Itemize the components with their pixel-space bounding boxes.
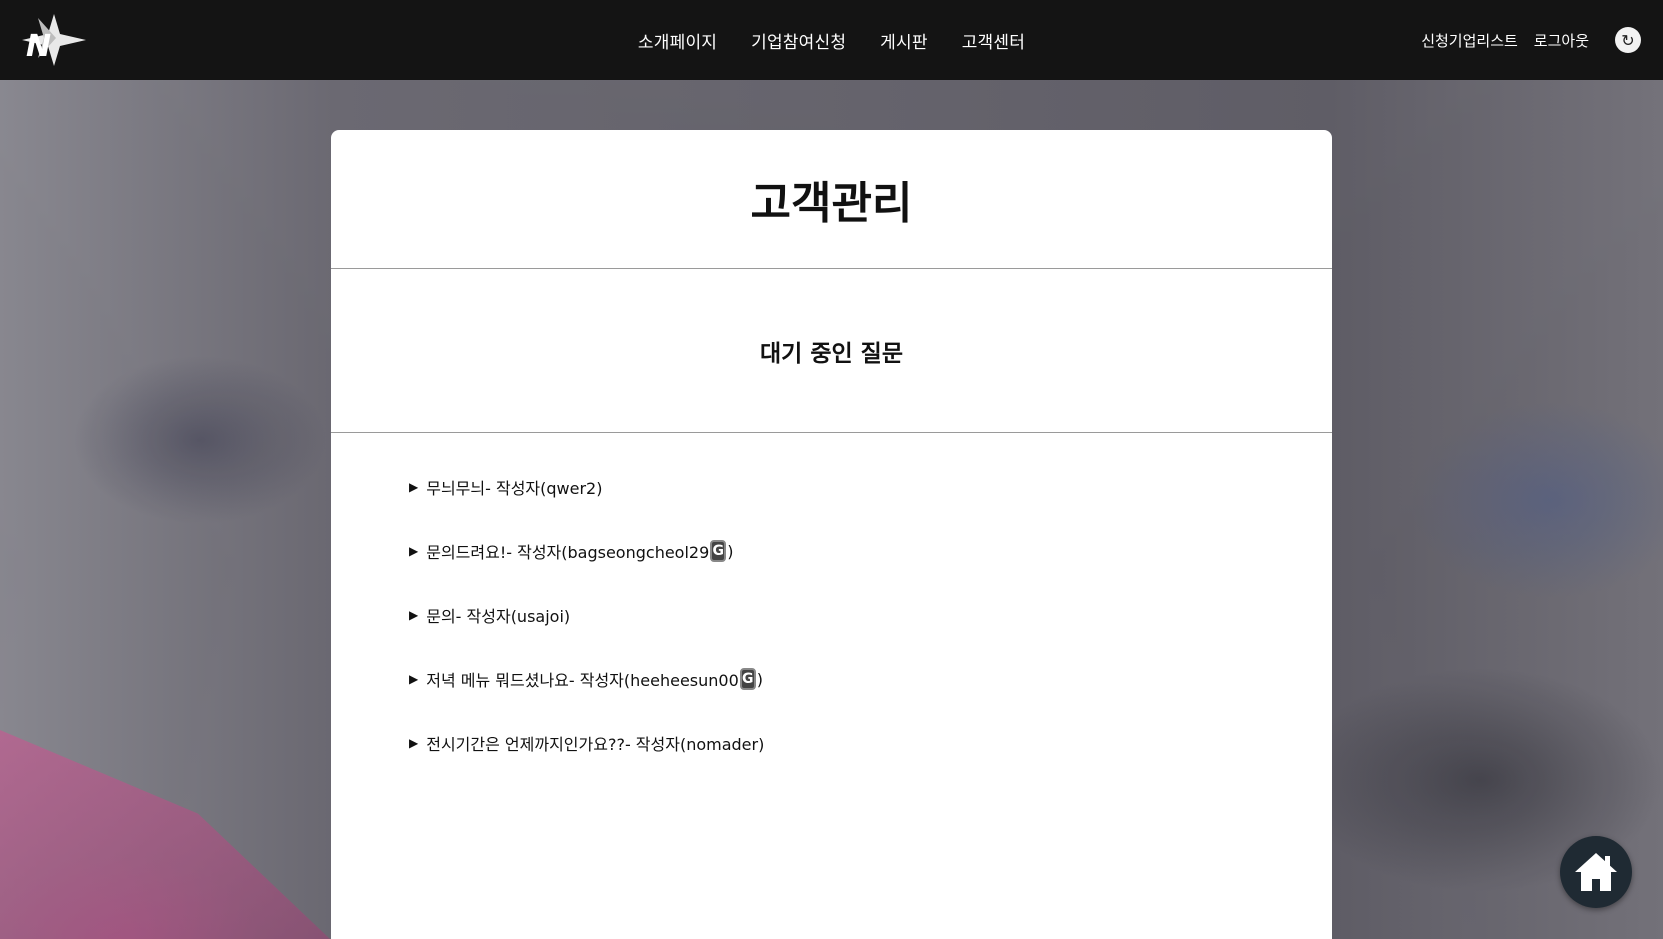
account-nav: 신청기업리스트 로그아웃 ↻	[1421, 0, 1641, 80]
customer-management-card: 고객관리 대기 중인 질문 ▶ 무늬무늬- 작성자(qwer2) ▶ 문의드려요…	[331, 130, 1332, 939]
g-badge-icon: G	[739, 668, 756, 690]
nav-board[interactable]: 게시판	[880, 28, 928, 53]
section-title: 대기 중인 질문	[331, 269, 1332, 433]
nav-company-apply[interactable]: 기업참여신청	[751, 28, 846, 53]
logout-link[interactable]: 로그아웃	[1534, 30, 1589, 51]
question-text-suffix: )	[727, 541, 734, 561]
home-icon	[1575, 853, 1617, 891]
g-badge-icon: G	[710, 540, 727, 562]
main-nav: 소개페이지 기업참여신청 게시판 고객센터	[0, 0, 1663, 80]
triangle-marker-icon: ▶	[409, 480, 419, 494]
triangle-marker-icon: ▶	[409, 736, 419, 750]
triangle-marker-icon: ▶	[409, 672, 419, 686]
question-text: 무늬무늬- 작성자(qwer2)	[426, 479, 603, 498]
nav-applied-companies[interactable]: 신청기업리스트	[1421, 30, 1518, 51]
question-item[interactable]: ▶ 문의드려요!- 작성자(bagseongcheol29 G)	[409, 519, 1332, 583]
question-text-suffix: )	[756, 669, 764, 689]
home-button[interactable]	[1560, 836, 1632, 908]
question-text: 저녁 메뉴 뭐드셨나요- 작성자(heeheesun00	[426, 671, 739, 690]
question-text: 문의드려요!- 작성자(bagseongcheol29	[426, 543, 710, 562]
nav-intro[interactable]: 소개페이지	[638, 28, 717, 53]
page: N 소개페이지 기업참여신청 게시판 고객센터 신청기업리스트 로그아웃 ↻ 고…	[0, 0, 1663, 939]
triangle-marker-icon: ▶	[409, 544, 419, 558]
nav-customer-center[interactable]: 고객센터	[962, 28, 1025, 53]
question-text: 전시기간은 언제까지인가요??- 작성자(nomader)	[426, 735, 765, 754]
question-text: 문의- 작성자(usajoi)	[426, 607, 571, 626]
logo[interactable]: N	[20, 12, 88, 68]
refresh-icon[interactable]: ↻	[1615, 27, 1641, 53]
triangle-marker-icon: ▶	[409, 608, 419, 622]
star-logo-icon: N	[22, 14, 86, 66]
page-title: 고객관리	[331, 130, 1332, 269]
question-list: ▶ 무늬무늬- 작성자(qwer2) ▶ 문의드려요!- 작성자(bagseon…	[331, 433, 1332, 775]
question-item[interactable]: ▶ 전시기간은 언제까지인가요??- 작성자(nomader)	[409, 711, 1332, 775]
top-navbar: N 소개페이지 기업참여신청 게시판 고객센터 신청기업리스트 로그아웃 ↻	[0, 0, 1663, 80]
question-item[interactable]: ▶ 문의- 작성자(usajoi)	[409, 583, 1332, 647]
question-item[interactable]: ▶ 저녁 메뉴 뭐드셨나요- 작성자(heeheesun00 G)	[409, 647, 1332, 711]
question-item[interactable]: ▶ 무늬무늬- 작성자(qwer2)	[409, 455, 1332, 519]
svg-text:N: N	[26, 29, 51, 64]
